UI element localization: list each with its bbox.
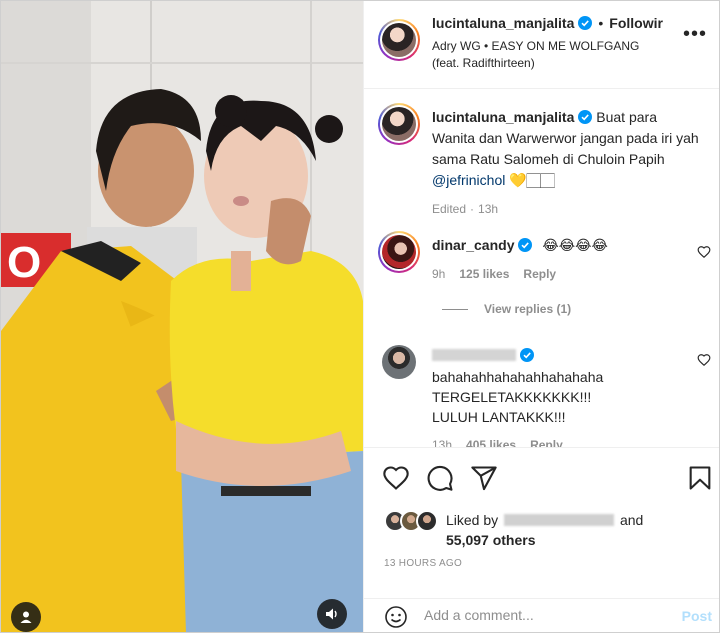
edited-label: Edited [432, 202, 467, 216]
caption-username[interactable]: lucintaluna_manjalita [432, 109, 574, 125]
caption-author-avatar[interactable] [378, 103, 420, 145]
separator-dot: • [598, 15, 604, 31]
post-comment-button[interactable]: Post [682, 608, 712, 624]
post-side-panel: lucintaluna_manjalita • Followir Adry WG •… [363, 1, 719, 632]
comment-item: dinar_candy 😂😂😂😂 9h 125 likes Reply [432, 235, 692, 284]
commenter-username[interactable]: dinar_candy [432, 237, 514, 253]
save-bookmark-icon[interactable] [686, 464, 714, 492]
author-username[interactable]: lucintaluna_manjalita [432, 15, 574, 31]
commenter-avatar[interactable] [378, 231, 420, 273]
audio-track-link[interactable]: Adry WG • EASY ON ME WOLFGANG (feat. Rad… [432, 38, 662, 72]
commenter-avatar[interactable] [382, 345, 416, 379]
share-paper-plane-icon[interactable] [470, 464, 498, 492]
like-comment-heart-icon[interactable] [697, 245, 711, 259]
post-caption: lucintaluna_manjalita Buat para Wanita d… [432, 107, 702, 220]
liked-by-text: Liked by and 55,097 others [446, 510, 643, 550]
svg-text:O: O [7, 238, 41, 287]
header-divider [364, 88, 719, 89]
audio-toggle-button[interactable] [317, 599, 347, 629]
caption-meta: Edited · 13h [432, 199, 702, 220]
add-comment-input[interactable] [424, 607, 664, 623]
comment-item: bahahahhahahahhahahaha TERGELETAKKKKKKK!… [432, 345, 692, 455]
post-header: lucintaluna_manjalita • Followir [432, 15, 663, 31]
verified-badge-icon [520, 348, 534, 362]
verified-badge-icon [578, 110, 593, 124]
like-heart-icon[interactable] [382, 464, 410, 492]
more-options-button[interactable]: ••• [683, 24, 707, 44]
caption-emoji: 💛🏻🏻 [505, 172, 555, 188]
likes-count-link[interactable]: 55,097 others [446, 532, 536, 548]
and-label: and [619, 512, 644, 528]
author-avatar[interactable] [378, 19, 420, 61]
tagged-users-button[interactable] [11, 602, 41, 632]
speaker-icon [326, 608, 337, 620]
caption-mention-link[interactable]: @jefrinichol [432, 172, 505, 188]
follow-button[interactable]: Followir [609, 15, 663, 31]
verified-badge-icon [518, 238, 533, 252]
liked-by-summary: Liked by and 55,097 others [384, 510, 643, 550]
post-timestamp[interactable]: 13 HOURS AGO [384, 558, 462, 569]
comment-composer: Post [364, 598, 719, 632]
blurred-username [432, 349, 516, 361]
post-photo[interactable]: O [1, 1, 363, 632]
blurred-liker-name [504, 514, 615, 526]
comment-likes[interactable]: 125 likes [459, 267, 509, 281]
instagram-post-window: O lucintaluna_manjalita • Followir Adry … [0, 0, 720, 633]
comment-time[interactable]: 9h [432, 267, 445, 281]
separator-dot: · [470, 202, 475, 216]
reply-button[interactable]: Reply [523, 267, 556, 281]
post-actions-section: Liked by and 55,097 others 13 HOURS AGO [364, 447, 719, 607]
emoji-smiley-icon[interactable] [384, 605, 408, 629]
comment-text: 😂😂😂😂 [542, 237, 608, 253]
liked-by-label: Liked by [446, 512, 499, 528]
user-icon [20, 611, 32, 623]
view-replies-button[interactable]: View replies (1) [442, 302, 571, 316]
view-replies-label: View replies (1) [484, 302, 572, 316]
caption-time[interactable]: 13h [478, 202, 498, 216]
couple-photo-illustration: O [1, 1, 363, 632]
liker-avatars[interactable] [384, 510, 440, 532]
verified-badge-icon [578, 16, 593, 30]
like-comment-heart-icon[interactable] [697, 353, 711, 367]
comment-bubble-icon[interactable] [426, 464, 454, 492]
replies-divider-line [442, 308, 468, 310]
comment-text: bahahahhahahahhahahaha TERGELETAKKKKKKK!… [432, 369, 604, 425]
comment-meta: 9h 125 likes Reply [432, 264, 692, 284]
